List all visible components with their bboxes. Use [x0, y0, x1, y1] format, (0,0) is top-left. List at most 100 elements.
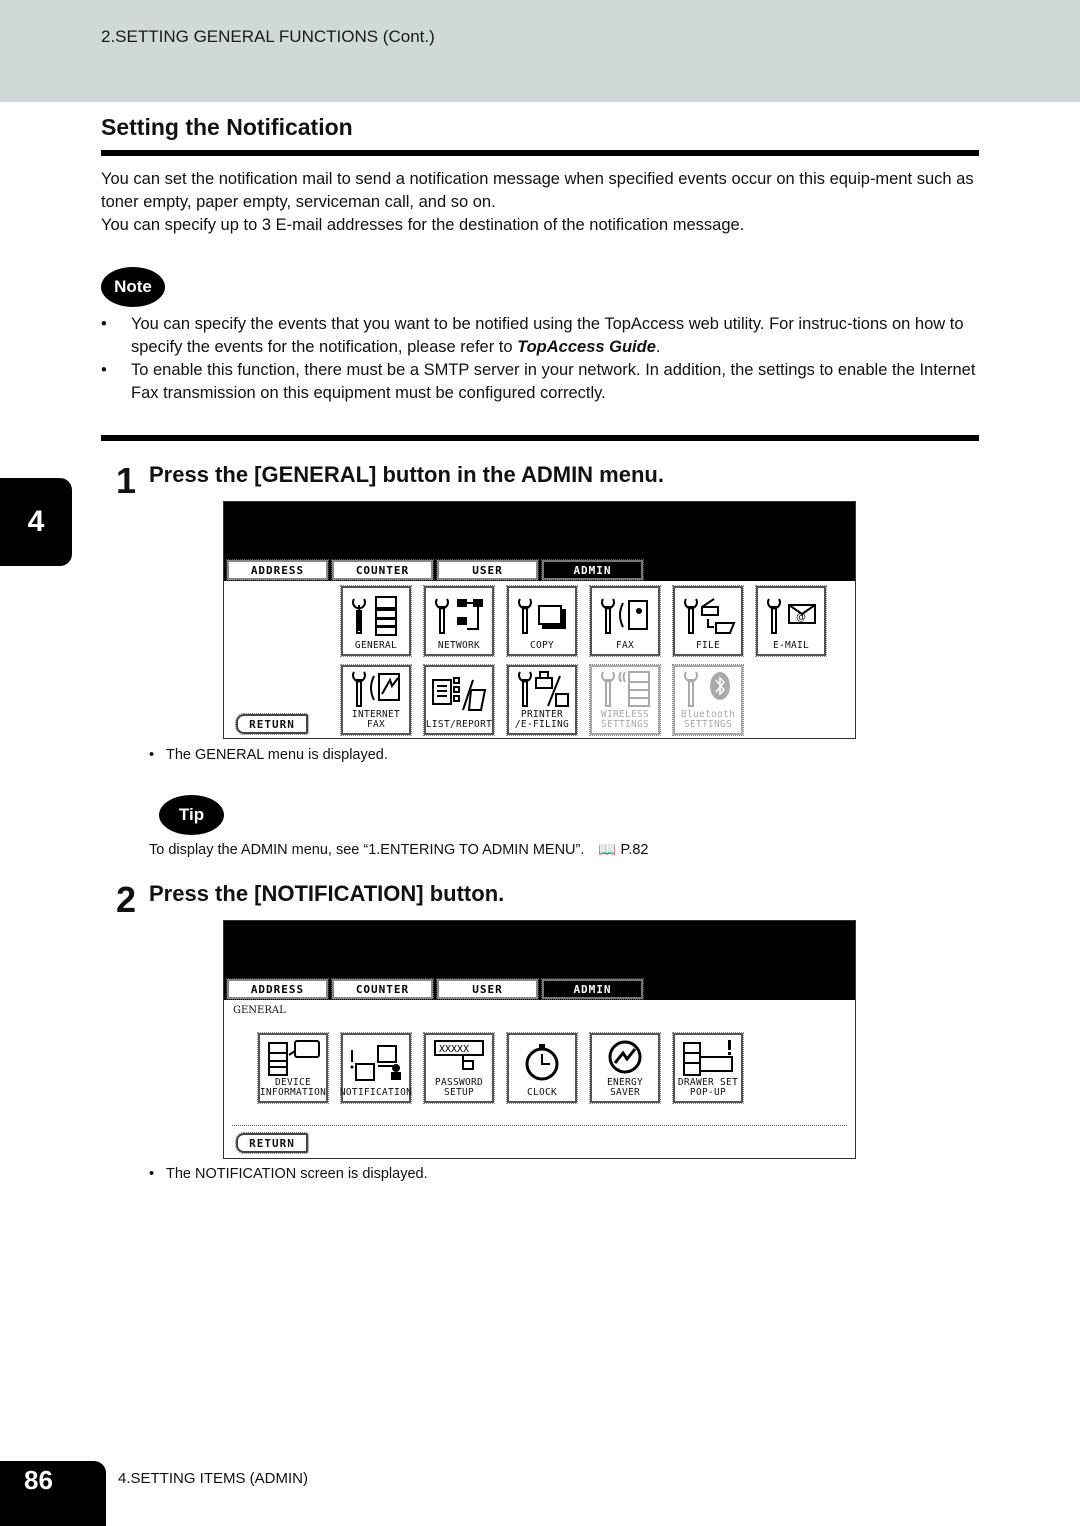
note-item: You can specify the events that you want… — [101, 313, 981, 359]
device-info-icon — [268, 1039, 320, 1076]
tip-badge: Tip — [159, 795, 224, 835]
general-menu-screen: ADDRESS COUNTER USER ADMIN GENERAL DEVIC… — [223, 920, 856, 1159]
reference-page: P.82 — [620, 842, 649, 858]
network-button[interactable]: NETWORK — [423, 585, 495, 657]
button-label: PRINTER /E-FILING — [514, 709, 570, 730]
printer-efiling-button[interactable]: PRINTER /E-FILING — [506, 664, 578, 736]
copy-icon — [518, 597, 566, 634]
step-number: 1 — [116, 460, 137, 501]
button-label: E-MAIL — [772, 640, 810, 651]
intro-paragraph: You can set the notification mail to sen… — [101, 170, 974, 211]
printer-efiling-icon — [518, 671, 569, 707]
step-number: 2 — [116, 879, 137, 920]
button-label: NOTIFICATION — [339, 1087, 413, 1098]
button-label: LIST/REPORT — [425, 719, 493, 730]
copy-button[interactable]: COPY — [506, 585, 578, 657]
clock-button[interactable]: CLOCK — [506, 1032, 578, 1104]
list-report-icon — [432, 676, 487, 711]
step-text: Press the [NOTIFICATION] button. — [149, 881, 505, 906]
button-label: Bluetooth SETTINGS — [680, 709, 736, 730]
button-label: CLOCK — [526, 1087, 558, 1098]
button-label: COPY — [529, 640, 555, 651]
internet-fax-button[interactable]: INTERNET FAX — [340, 664, 412, 736]
general-icon — [352, 595, 397, 636]
button-label: DEVICE INFORMATION — [259, 1077, 327, 1098]
file-button[interactable]: FILE — [672, 585, 744, 657]
return-button[interactable]: RETURN — [235, 713, 309, 735]
bluetooth-icon — [684, 671, 730, 707]
energy-saver-button[interactable]: ENERGY SAVER — [589, 1032, 661, 1104]
intro-paragraph: You can specify up to 3 E-mail addresses… — [101, 216, 745, 234]
return-button[interactable]: RETURN — [235, 1132, 309, 1154]
device-information-button[interactable]: DEVICE INFORMATION — [257, 1032, 329, 1104]
note-item: To enable this function, there must be a… — [101, 359, 981, 405]
step-1-caption: • The GENERAL menu is displayed. — [149, 747, 388, 763]
divider — [101, 150, 979, 156]
button-label: GENERAL — [354, 640, 398, 651]
tip-sentence: To display the ADMIN menu, see “1.ENTERI… — [149, 842, 585, 858]
book-icon: 📖 — [598, 842, 617, 858]
guide-reference: TopAccess Guide — [517, 338, 656, 356]
network-icon — [435, 597, 483, 634]
tab-user[interactable]: USER — [436, 559, 539, 581]
drawer-set-popup-button[interactable]: DRAWER SET POP-UP — [672, 1032, 744, 1104]
page-reference[interactable]: 📖 P.82 — [598, 842, 648, 858]
tab-counter[interactable]: COUNTER — [331, 978, 434, 1000]
button-label: ENERGY SAVER — [606, 1077, 644, 1098]
tab-address[interactable]: ADDRESS — [226, 559, 329, 581]
header-band: 2.SETTING GENERAL FUNCTIONS (Cont.) — [0, 0, 1080, 102]
tab-address[interactable]: ADDRESS — [226, 978, 329, 1000]
list-report-button[interactable]: LIST/REPORT — [423, 664, 495, 736]
note-text: . — [655, 338, 661, 356]
divider — [101, 435, 979, 441]
fax-icon — [601, 597, 648, 634]
svg-text:XXXXX: XXXXX — [439, 1044, 469, 1055]
button-label: FILE — [695, 640, 721, 651]
button-label: WIRELESS SETTINGS — [600, 709, 650, 730]
button-label: PASSWORD SETUP — [434, 1077, 484, 1098]
email-button[interactable]: @ E-MAIL — [755, 585, 827, 657]
fax-button[interactable]: FAX — [589, 585, 661, 657]
tab-counter[interactable]: COUNTER — [331, 559, 434, 581]
internet-fax-icon — [352, 671, 400, 707]
tab-admin[interactable]: ADMIN — [541, 559, 644, 581]
file-icon — [684, 597, 736, 634]
section-title: Setting the Notification — [101, 114, 353, 140]
bluetooth-settings-button[interactable]: Bluetooth SETTINGS — [672, 664, 744, 736]
button-label: INTERNET FAX — [351, 709, 401, 730]
button-label: FAX — [615, 640, 635, 651]
clock-icon — [525, 1043, 559, 1080]
note-text: To enable this function, there must be a… — [131, 361, 976, 402]
chapter-tab: 4 — [0, 478, 72, 566]
tab-admin[interactable]: ADMIN — [541, 978, 644, 1000]
screen-breadcrumb: GENERAL — [233, 1005, 286, 1016]
step-text: Press the [GENERAL] button in the ADMIN … — [149, 462, 664, 487]
password-icon: XXXXX — [434, 1039, 484, 1070]
email-icon: @ — [767, 597, 816, 634]
step-2-caption: • The NOTIFICATION screen is displayed. — [149, 1166, 428, 1182]
running-title: 2.SETTING GENERAL FUNCTIONS (Cont.) — [101, 27, 435, 46]
admin-menu-screen: ADDRESS COUNTER USER ADMIN GENERAL NETWO… — [223, 501, 856, 739]
note-badge: Note — [101, 267, 165, 307]
button-label: DRAWER SET POP-UP — [677, 1077, 739, 1098]
caption-text: The GENERAL menu is displayed. — [166, 747, 388, 763]
tab-user[interactable]: USER — [436, 978, 539, 1000]
notification-button[interactable]: NOTIFICATION — [339, 1032, 413, 1104]
page-number: 86 — [0, 1461, 106, 1526]
footer-chapter: 4.SETTING ITEMS (ADMIN) — [118, 1470, 309, 1487]
notification-icon — [350, 1044, 401, 1081]
general-button[interactable]: GENERAL — [340, 585, 412, 657]
note-list: You can specify the events that you want… — [101, 313, 981, 405]
intro-text: You can set the notification mail to sen… — [101, 168, 981, 237]
mode-tabs: ADDRESS COUNTER USER ADMIN — [226, 978, 644, 1000]
tip-text: To display the ADMIN menu, see “1.ENTERI… — [149, 841, 648, 858]
wireless-settings-button[interactable]: WIRELESS SETTINGS — [589, 664, 661, 736]
password-setup-button[interactable]: XXXXX PASSWORD SETUP — [423, 1032, 495, 1104]
svg-text:@: @ — [796, 612, 806, 623]
button-label: NETWORK — [437, 640, 481, 651]
drawer-icon — [683, 1039, 733, 1076]
wireless-icon — [601, 671, 650, 707]
mode-tabs: ADDRESS COUNTER USER ADMIN — [226, 559, 644, 581]
divider — [232, 1125, 847, 1126]
caption-text: The NOTIFICATION screen is displayed. — [166, 1166, 428, 1182]
